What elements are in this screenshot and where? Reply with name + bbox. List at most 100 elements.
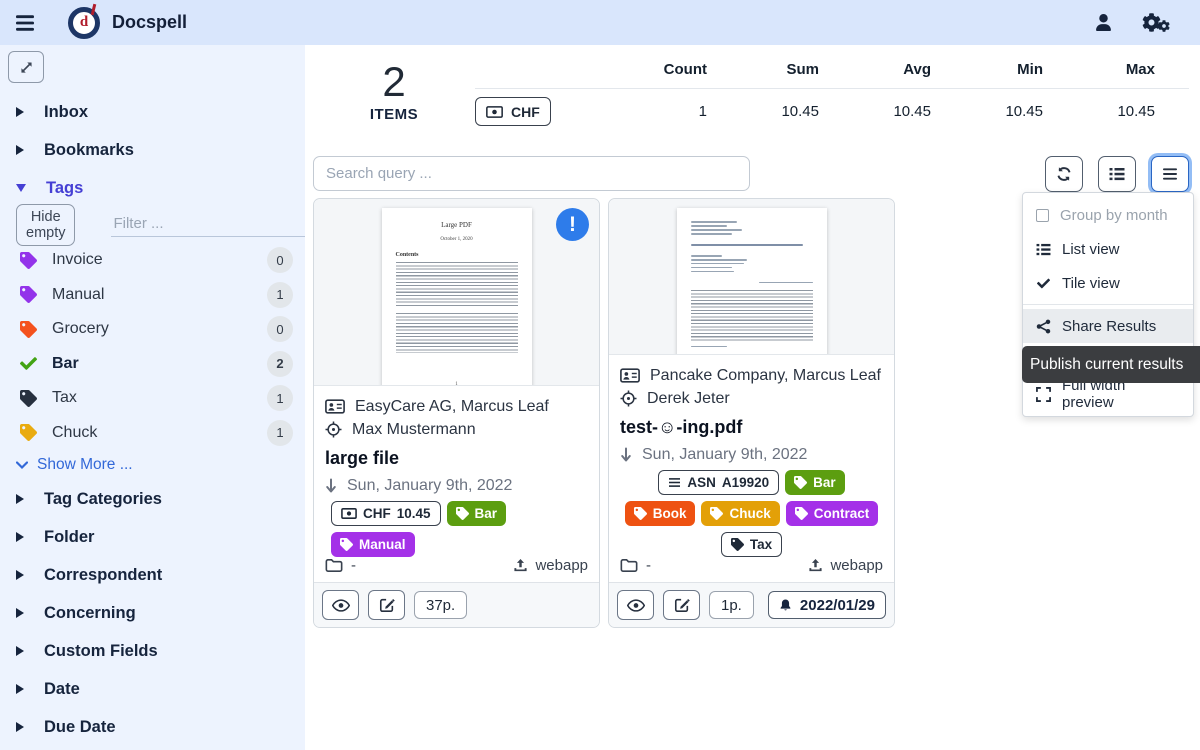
tag-filter-input[interactable]	[111, 214, 305, 233]
tag-count-badge: 1	[267, 282, 293, 308]
preview-eye-button[interactable]	[322, 590, 359, 620]
currency-amount-badge[interactable]: CHF 10.45	[331, 501, 441, 526]
tag-icon	[20, 390, 37, 407]
preview-page	[677, 208, 827, 355]
tag-badge-book[interactable]: Book	[625, 501, 696, 526]
stats-row: 2 ITEMS Count Sum Avg Min Max CHF	[313, 57, 1192, 126]
hide-empty-button[interactable]: Hide empty	[16, 204, 75, 246]
sidebar-item-tags[interactable]: Tags	[0, 169, 305, 207]
stats-col-sum: Sum	[707, 61, 819, 78]
settings-gears-icon[interactable]	[1142, 13, 1170, 32]
check-icon	[20, 355, 37, 372]
tag-icon	[20, 286, 37, 303]
folder-value: -	[351, 557, 356, 574]
concerning-text: Max Mustermann	[352, 421, 476, 439]
refresh-icon	[1056, 166, 1072, 182]
sidebar-item-concerning[interactable]: Concerning	[0, 594, 305, 632]
sidebar-item-custom-fields[interactable]: Custom Fields	[0, 632, 305, 670]
tag-icon	[794, 476, 807, 489]
item-date-line: Sun, January 9th, 2022	[325, 477, 588, 495]
options-dropdown-menu: Group by month List view Tile view Share…	[1022, 192, 1194, 417]
tag-item-tax[interactable]: Tax 1	[0, 381, 305, 416]
edit-icon	[379, 597, 395, 613]
tag-item-manual[interactable]: Manual 1	[0, 278, 305, 313]
preview-eye-button[interactable]	[617, 590, 654, 620]
expand-sidebar-button[interactable]	[8, 51, 44, 83]
tag-count-badge: 1	[267, 420, 293, 446]
currency-badge[interactable]: CHF	[475, 97, 551, 126]
tag-badge-bar[interactable]: Bar	[785, 470, 845, 495]
tag-badge-contract[interactable]: Contract	[786, 501, 879, 526]
expand-arrows-icon	[19, 60, 34, 75]
sidebar-item-inbox[interactable]: Inbox	[0, 93, 305, 131]
document-preview[interactable]: Large PDF October 1, 2020 Contents 1 !	[314, 199, 599, 386]
tag-icon	[731, 538, 744, 551]
tag-item-invoice[interactable]: Invoice 0	[0, 243, 305, 278]
options-menu-button[interactable]	[1151, 156, 1189, 192]
tag-badge-chuck[interactable]: Chuck	[701, 501, 779, 526]
upload-icon	[513, 558, 528, 573]
item-name[interactable]: test-☺-ing.pdf	[620, 417, 883, 438]
tag-count-badge: 0	[267, 316, 293, 342]
caret-right-icon	[16, 684, 24, 694]
due-date-badge[interactable]: 2022/01/29	[768, 591, 886, 619]
tag-item-grocery[interactable]: Grocery 0	[0, 312, 305, 347]
sidebar-item-folder[interactable]: Folder	[0, 518, 305, 556]
tag-badge-manual[interactable]: Manual	[331, 532, 415, 557]
document-preview[interactable]	[609, 199, 894, 355]
menu-item-tile-view[interactable]: Tile view	[1023, 266, 1193, 300]
tag-item-chuck[interactable]: Chuck 1	[0, 416, 305, 451]
sidebar-item-correspondent[interactable]: Correspondent	[0, 556, 305, 594]
menu-item-group-by-month[interactable]: Group by month	[1023, 198, 1193, 232]
items-count: 2 ITEMS	[313, 57, 475, 126]
sidebar-item-date[interactable]: Date	[0, 670, 305, 708]
show-more-link[interactable]: Show More ...	[0, 450, 305, 480]
preview-page-number: 1	[382, 382, 532, 386]
asn-badge[interactable]: ASN A19920	[658, 470, 779, 495]
page-count-badge: 37p.	[414, 591, 467, 619]
refresh-button[interactable]	[1045, 156, 1083, 192]
stats-value-count: 1	[595, 103, 707, 120]
search-input[interactable]	[313, 156, 750, 191]
preview-text-block	[396, 262, 518, 308]
sidebar-item-bookmarks[interactable]: Bookmarks	[0, 131, 305, 169]
list-view-button[interactable]	[1098, 156, 1136, 192]
card-footer: 1p. 2022/01/29	[609, 582, 894, 627]
caret-right-icon	[16, 646, 24, 656]
navbar: d Docspell	[0, 0, 1200, 45]
menu-item-share-results[interactable]: Share Results	[1023, 309, 1193, 343]
money-bill-icon	[341, 508, 357, 519]
tag-icon	[20, 252, 37, 269]
menu-toggle-icon[interactable]	[14, 14, 36, 32]
stats-table-header: Count Sum Avg Min Max	[475, 57, 1189, 89]
edit-button[interactable]	[663, 590, 700, 620]
user-icon[interactable]	[1095, 14, 1112, 31]
item-name[interactable]: large file	[325, 448, 588, 469]
bars-icon	[668, 477, 681, 488]
sidebar-item-source[interactable]: Source	[0, 746, 305, 750]
tag-item-bar-selected[interactable]: Bar 2	[0, 347, 305, 382]
menu-item-list-view[interactable]: List view	[1023, 232, 1193, 266]
item-date: Sun, January 9th, 2022	[347, 477, 512, 495]
item-badges: CHF 10.45 Bar Manual	[331, 501, 588, 557]
sidebar-item-tag-categories[interactable]: Tag Categories	[0, 480, 305, 518]
stats-value-min: 10.45	[931, 103, 1043, 120]
expand-icon	[1036, 387, 1051, 402]
correspondent-line: Pancake Company, Marcus Leaf	[620, 367, 883, 385]
tag-badge-tax[interactable]: Tax	[721, 532, 782, 557]
tag-icon	[20, 321, 37, 338]
sidebar-item-due-date[interactable]: Due Date	[0, 708, 305, 746]
check-icon	[1036, 277, 1051, 290]
tag-icon	[795, 507, 808, 520]
stats-value-avg: 10.45	[819, 103, 931, 120]
arrow-down-icon	[620, 447, 632, 463]
concerning-text: Derek Jeter	[647, 390, 730, 408]
money-bill-icon	[486, 106, 503, 118]
edit-button[interactable]	[368, 590, 405, 620]
folder-source-line: - webapp	[620, 557, 883, 582]
caret-right-icon	[16, 145, 24, 155]
tag-badge-bar[interactable]: Bar	[447, 501, 507, 526]
item-badges: ASN A19920 Bar Book C	[620, 470, 883, 557]
items-count-label: ITEMS	[313, 106, 475, 123]
preview-text-block	[691, 290, 813, 342]
